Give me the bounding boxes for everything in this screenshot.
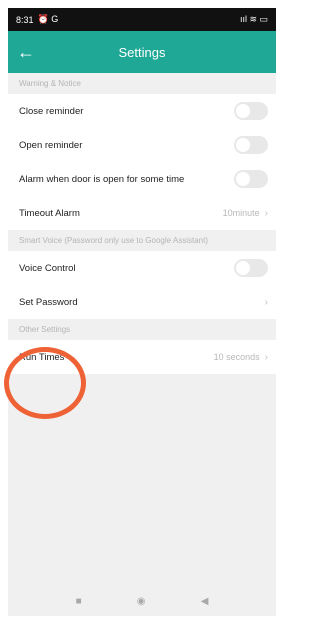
row-alarm-door-open: Alarm when door is open for some time [8,162,276,196]
page-title: Settings [118,44,166,60]
phone-screen: 8:31 ⏰ G ııl ≋ ▭ ← Settings Warning & No… [8,8,276,616]
chevron-right-icon: › [264,207,268,219]
section-header-voice: Smart Voice (Password only use to Google… [8,230,276,251]
back-arrow-icon[interactable]: ← [8,31,44,73]
run-times-label: Run Times [19,351,65,363]
close-reminder-toggle[interactable] [234,102,268,120]
alarm-door-open-label: Alarm when door is open for some time [19,173,185,185]
nav-back-icon[interactable]: ◀ [201,596,209,607]
row-open-reminder: Open reminder [8,128,276,162]
system-nav-bar: ■ ◉ ◀ [8,586,276,616]
close-reminder-label: Close reminder [19,105,84,117]
notification-icons: ⏰ G [37,14,59,24]
timeout-alarm-label: Timeout Alarm [19,207,80,219]
chevron-right-icon: › [264,351,268,363]
alarm-door-open-toggle[interactable] [234,170,268,188]
home-icon[interactable]: ◉ [137,596,146,607]
row-set-password[interactable]: Set Password › [8,285,276,319]
timeout-alarm-value: 10minute [222,208,260,218]
run-times-value: 10 seconds [213,352,260,362]
section-header-other: Other Settings [8,319,276,340]
clock: 8:31 [16,14,34,25]
row-close-reminder: Close reminder [8,94,276,128]
chevron-right-icon: › [264,296,268,308]
section-header-warning: Warning & Notice [8,73,276,94]
open-reminder-label: Open reminder [19,139,83,151]
row-voice-control: Voice Control [8,251,276,285]
app-bar: ← Settings [8,31,276,73]
set-password-label: Set Password [19,296,78,308]
status-bar: 8:31 ⏰ G ııl ≋ ▭ [8,8,276,31]
recent-apps-icon[interactable]: ■ [76,596,82,607]
signal-wifi-battery-icons: ııl ≋ ▭ [239,14,268,24]
row-run-times[interactable]: Run Times 10 seconds › [8,340,276,374]
open-reminder-toggle[interactable] [234,136,268,154]
voice-control-label: Voice Control [19,262,76,274]
row-timeout-alarm[interactable]: Timeout Alarm 10minute › [8,196,276,230]
voice-control-toggle[interactable] [234,259,268,277]
